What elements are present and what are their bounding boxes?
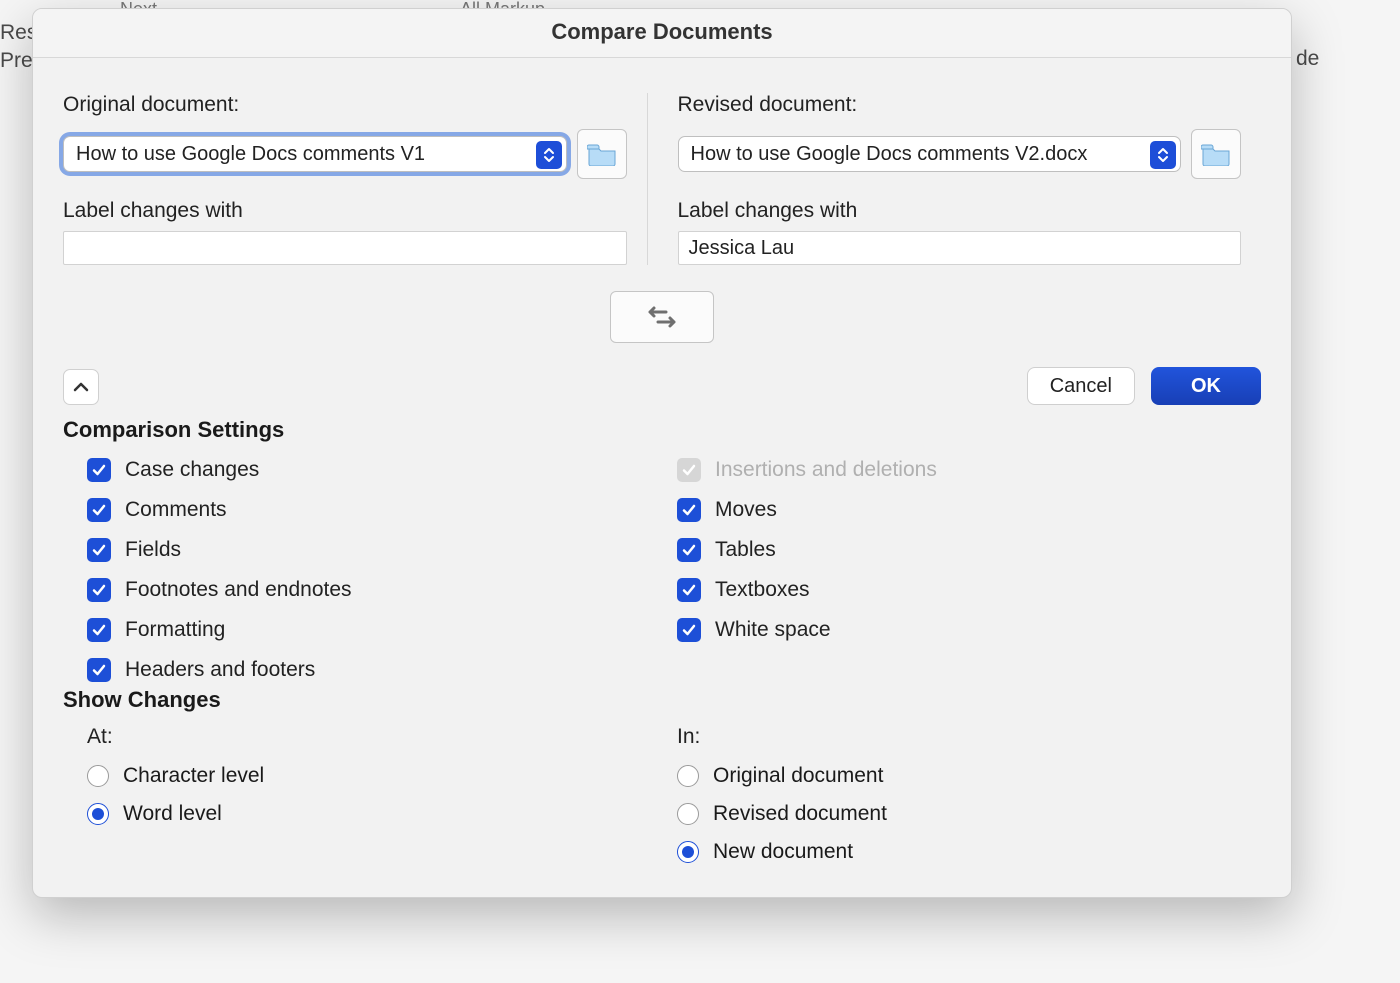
checkbox-label: Fields: [125, 538, 181, 562]
radio-row-character-level[interactable]: Character level: [87, 761, 677, 791]
original-document-select-value: How to use Google Docs comments V1: [76, 143, 425, 166]
checkbox-row-tables[interactable]: Tables: [677, 535, 1267, 565]
checkbox-label: Moves: [715, 498, 777, 522]
ok-button[interactable]: OK: [1151, 367, 1261, 405]
radio-icon: [677, 765, 699, 787]
checkbox-label: Headers and footers: [125, 658, 315, 682]
checkbox-icon: [677, 618, 701, 642]
checkbox-icon: [677, 538, 701, 562]
show-changes-grid: At: Character level Word level In: Origi…: [87, 725, 1267, 867]
checkbox-icon: [87, 578, 111, 602]
show-changes-header: Show Changes: [63, 687, 221, 713]
checkbox-label: Formatting: [125, 618, 225, 642]
radio-label: Word level: [123, 802, 222, 826]
original-label-changes-input[interactable]: [63, 231, 627, 265]
radio-icon: [87, 765, 109, 787]
checkbox-row-textboxes[interactable]: Textboxes: [677, 575, 1267, 605]
checkbox-label: Textboxes: [715, 578, 810, 602]
compare-documents-dialog: Compare Documents Original document: How…: [32, 8, 1292, 898]
original-label-changes-label: Label changes with: [63, 199, 627, 223]
comparison-settings-header: Comparison Settings: [63, 417, 284, 443]
cancel-button[interactable]: Cancel: [1027, 367, 1135, 405]
checkbox-label: Comments: [125, 498, 227, 522]
browse-original-button[interactable]: [577, 129, 627, 179]
checkbox-row-footnotes[interactable]: Footnotes and endnotes: [87, 575, 677, 605]
folder-icon: [1201, 142, 1231, 166]
original-document-label: Original document:: [63, 93, 627, 117]
checkbox-icon: [677, 458, 701, 482]
checkbox-row-moves[interactable]: Moves: [677, 495, 1267, 525]
radio-label: Character level: [123, 764, 264, 788]
document-selection-row: Original document: How to use Google Doc…: [33, 69, 1291, 265]
revised-label-changes-value: Jessica Lau: [689, 237, 795, 260]
checkbox-label: White space: [715, 618, 831, 642]
radio-icon: [87, 803, 109, 825]
radio-row-original-document[interactable]: Original document: [677, 761, 1267, 791]
checkbox-row-comments[interactable]: Comments: [87, 495, 677, 525]
show-changes-at-label: At:: [87, 725, 677, 749]
checkbox-label: Insertions and deletions: [715, 458, 937, 482]
comparison-settings-grid: Case changes Comments Fields Footnotes a…: [87, 455, 1267, 685]
swap-arrows-icon: [645, 304, 679, 330]
checkbox-icon: [677, 498, 701, 522]
checkbox-label: Case changes: [125, 458, 259, 482]
checkbox-icon: [87, 458, 111, 482]
bg-frag-3: de: [1296, 44, 1319, 74]
radio-row-revised-document[interactable]: Revised document: [677, 799, 1267, 829]
checkbox-row-case-changes[interactable]: Case changes: [87, 455, 677, 485]
swap-documents-button[interactable]: [610, 291, 714, 343]
revised-label-changes-label: Label changes with: [678, 199, 1242, 223]
bg-frag-2: Pre: [0, 46, 33, 76]
checkbox-icon: [87, 658, 111, 682]
revised-document-column: Revised document: How to use Google Docs…: [647, 93, 1262, 265]
collapse-settings-button[interactable]: [63, 369, 99, 405]
checkbox-icon: [677, 578, 701, 602]
revised-document-select[interactable]: How to use Google Docs comments V2.docx: [678, 136, 1182, 172]
radio-label: Original document: [713, 764, 883, 788]
folder-icon: [587, 142, 617, 166]
radio-label: New document: [713, 840, 853, 864]
original-document-select[interactable]: How to use Google Docs comments V1: [63, 136, 567, 172]
checkbox-row-white-space[interactable]: White space: [677, 615, 1267, 645]
chevron-updown-icon: [1150, 141, 1176, 169]
checkbox-row-insertions-deletions: Insertions and deletions: [677, 455, 1267, 485]
checkbox-row-headers-footers[interactable]: Headers and footers: [87, 655, 677, 685]
checkbox-label: Tables: [715, 538, 776, 562]
radio-label: Revised document: [713, 802, 887, 826]
radio-icon: [677, 841, 699, 863]
checkbox-icon: [87, 538, 111, 562]
revised-document-label: Revised document:: [678, 93, 1242, 117]
original-document-column: Original document: How to use Google Doc…: [63, 93, 647, 265]
checkbox-icon: [87, 618, 111, 642]
radio-icon: [677, 803, 699, 825]
chevron-updown-icon: [536, 141, 562, 169]
checkbox-row-formatting[interactable]: Formatting: [87, 615, 677, 645]
revised-label-changes-input[interactable]: Jessica Lau: [678, 231, 1242, 265]
revised-document-select-value: How to use Google Docs comments V2.docx: [691, 143, 1088, 166]
radio-row-word-level[interactable]: Word level: [87, 799, 677, 829]
browse-revised-button[interactable]: [1191, 129, 1241, 179]
show-changes-in-label: In:: [677, 725, 1267, 749]
radio-row-new-document[interactable]: New document: [677, 837, 1267, 867]
checkbox-icon: [87, 498, 111, 522]
chevron-up-icon: [73, 381, 89, 393]
dialog-title: Compare Documents: [33, 9, 1291, 58]
checkbox-label: Footnotes and endnotes: [125, 578, 352, 602]
checkbox-row-fields[interactable]: Fields: [87, 535, 677, 565]
